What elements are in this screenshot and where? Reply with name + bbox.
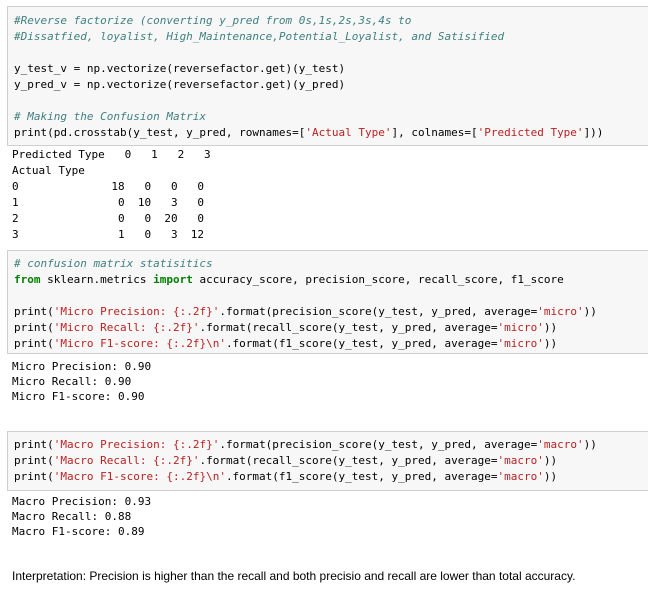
import-list: accuracy_score, precision_score, recall_… bbox=[192, 273, 564, 286]
code-text: )) bbox=[583, 305, 597, 318]
code-comment: #Dissatfied, loyalist, High_Maintenance,… bbox=[14, 30, 505, 43]
code-text: .format(recall_score(y_test, y_pred, ave… bbox=[199, 454, 498, 467]
code-text: ], colnames=[ bbox=[391, 126, 478, 139]
code-line: print('Micro F1-score: {:.2f}\n'.format(… bbox=[14, 336, 557, 352]
code-text: print(pd.crosstab(y_test, y_pred, rownam… bbox=[14, 126, 306, 139]
crosstab-header: Predicted Type 0 1 2 3 bbox=[12, 148, 211, 161]
output-line: Macro Precision: 0.93 bbox=[12, 495, 152, 508]
code-line: print('Macro Precision: {:.2f}'.format(p… bbox=[14, 437, 597, 453]
interpretation-text: Interpretation: Precision is higher than… bbox=[12, 569, 576, 583]
code-text: print( bbox=[14, 321, 54, 334]
crosstab-row: 3 1 0 3 12 bbox=[12, 228, 205, 241]
code-line: print('Micro Recall: {:.2f}'.format(reca… bbox=[14, 320, 557, 336]
code-text: .format(precision_score(y_test, y_pred, … bbox=[219, 305, 538, 318]
string-literal: 'Micro Recall: {:.2f}' bbox=[53, 321, 200, 334]
code-text: )) bbox=[583, 438, 597, 451]
crosstab-row: 1 0 10 3 0 bbox=[12, 196, 205, 209]
string-literal: 'micro' bbox=[537, 305, 584, 318]
code-text: print( bbox=[14, 305, 54, 318]
code-line: from sklearn.metrics import accuracy_sco… bbox=[14, 272, 564, 288]
string-literal: 'Micro Precision: {:.2f}' bbox=[53, 305, 220, 318]
code-text: .format(f1_score(y_test, y_pred, average… bbox=[225, 337, 498, 350]
code-comment: # confusion matrix statisitics bbox=[14, 257, 213, 270]
code-line: print('Macro F1-score: {:.2f}\n'.format(… bbox=[14, 469, 557, 485]
code-text: .format(f1_score(y_test, y_pred, average… bbox=[225, 470, 498, 483]
code-cell-macro-metrics[interactable]: print('Macro Precision: {:.2f}'.format(p… bbox=[7, 431, 648, 491]
keyword: from bbox=[14, 273, 41, 286]
string-literal: 'Macro Precision: {:.2f}' bbox=[53, 438, 220, 451]
code-text: print( bbox=[14, 438, 54, 451]
code-line: print(pd.crosstab(y_test, y_pred, rownam… bbox=[14, 125, 603, 141]
output-line: Micro F1-score: 0.90 bbox=[12, 390, 145, 403]
keyword: import bbox=[153, 273, 193, 286]
code-text: )) bbox=[543, 470, 558, 483]
code-text: print( bbox=[14, 337, 54, 350]
crosstab-index-label: Actual Type bbox=[12, 164, 85, 177]
code-text: )) bbox=[543, 321, 558, 334]
code-text: )) bbox=[543, 337, 558, 350]
code-comment: #Reverse factorize (converting y_pred fr… bbox=[14, 14, 412, 27]
output-line: Macro Recall: 0.88 bbox=[12, 510, 132, 523]
code-comment: # Making the Confusion Matrix bbox=[14, 110, 207, 123]
string-literal: 'Actual Type' bbox=[305, 126, 392, 139]
string-literal: 'macro' bbox=[537, 438, 584, 451]
string-literal: 'Macro F1-score: {:.2f}\n' bbox=[53, 470, 226, 483]
code-line: y_test_v = np.vectorize(reversefactor.ge… bbox=[14, 62, 346, 75]
code-text: .format(recall_score(y_test, y_pred, ave… bbox=[199, 321, 498, 334]
string-literal: 'Macro Recall: {:.2f}' bbox=[53, 454, 200, 467]
code-text: ])) bbox=[583, 126, 604, 139]
code-line: print('Micro Precision: {:.2f}'.format(p… bbox=[14, 304, 597, 320]
code-text: print( bbox=[14, 454, 54, 467]
string-literal: 'micro' bbox=[497, 337, 544, 350]
code-text: )) bbox=[543, 454, 558, 467]
string-literal: 'Micro F1-score: {:.2f}\n' bbox=[53, 337, 226, 350]
code-text: .format(precision_score(y_test, y_pred, … bbox=[219, 438, 538, 451]
code-line: y_pred_v = np.vectorize(reversefactor.ge… bbox=[14, 78, 346, 91]
output-line: Macro F1-score: 0.89 bbox=[12, 525, 145, 538]
output-line: Micro Precision: 0.90 bbox=[12, 360, 152, 373]
string-literal: 'macro' bbox=[497, 454, 544, 467]
code-text: print( bbox=[14, 470, 54, 483]
string-literal: 'micro' bbox=[497, 321, 544, 334]
code-cell-reverse-factorize[interactable]: #Reverse factorize (converting y_pred fr… bbox=[7, 6, 648, 146]
string-literal: 'Predicted Type' bbox=[477, 126, 584, 139]
code-line: print('Macro Recall: {:.2f}'.format(reca… bbox=[14, 453, 557, 469]
string-literal: 'macro' bbox=[497, 470, 544, 483]
crosstab-row: 2 0 0 20 0 bbox=[12, 212, 205, 225]
output-line: Micro Recall: 0.90 bbox=[12, 375, 132, 388]
module-name: sklearn.metrics bbox=[40, 273, 154, 286]
crosstab-row: 0 18 0 0 0 bbox=[12, 180, 205, 193]
code-cell-micro-metrics[interactable]: # confusion matrix statisitics from skle… bbox=[7, 250, 648, 354]
